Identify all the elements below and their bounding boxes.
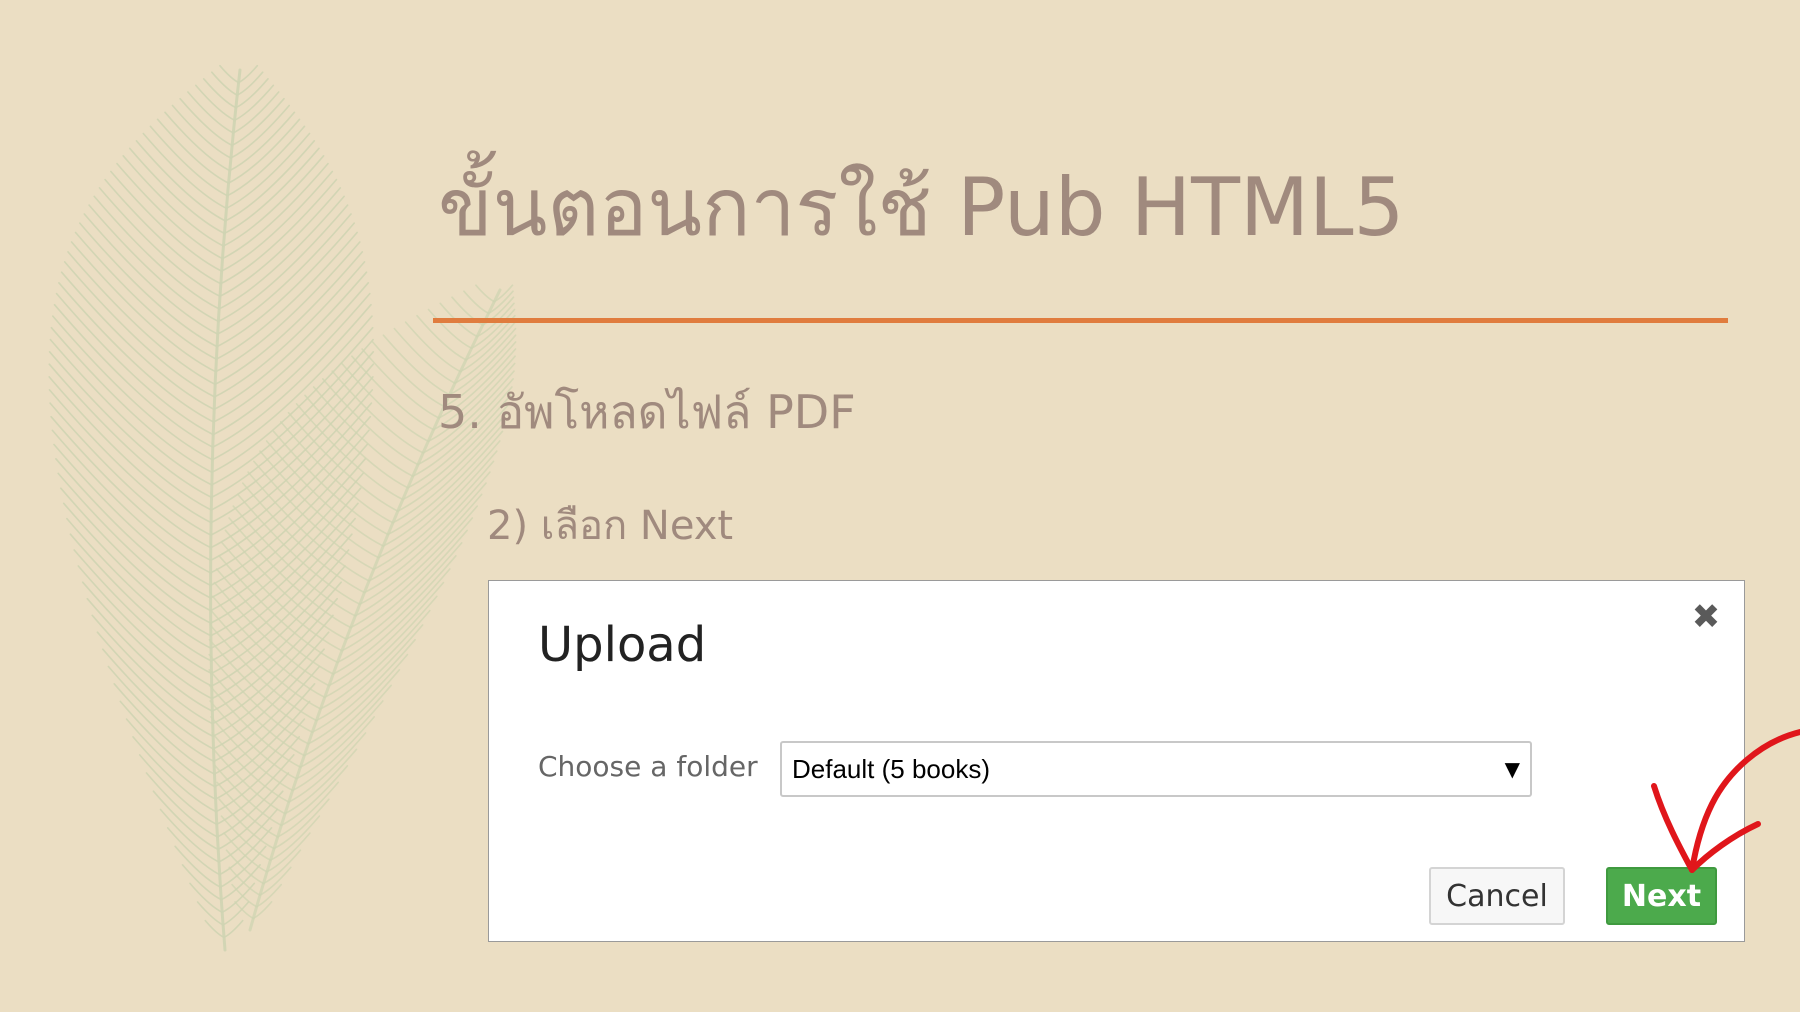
dropdown-triangle-icon: ▼ bbox=[1504, 757, 1520, 781]
folder-select[interactable]: Default (5 books) ▼ bbox=[780, 741, 1532, 797]
title-divider bbox=[433, 318, 1728, 323]
close-icon[interactable]: ✖ bbox=[1686, 597, 1726, 637]
folder-select-value: Default (5 books) bbox=[792, 754, 990, 784]
next-button[interactable]: Next bbox=[1606, 867, 1717, 925]
folder-label: Choose a folder bbox=[538, 750, 758, 783]
slide-title: ขั้นตอนการใช้ Pub HTML5 bbox=[438, 161, 1405, 254]
step-heading: 5. อัพโหลดไฟล์ PDF bbox=[438, 385, 856, 439]
dialog-title: Upload bbox=[538, 617, 707, 673]
slide: ขั้นตอนการใช้ Pub HTML5 5. อัพโหลดไฟล์ P… bbox=[0, 0, 1800, 1012]
upload-dialog: Upload ✖ Choose a folder Default (5 book… bbox=[488, 580, 1745, 942]
substep-text: 2) เลือก Next bbox=[487, 503, 734, 549]
cancel-button[interactable]: Cancel bbox=[1429, 867, 1565, 925]
